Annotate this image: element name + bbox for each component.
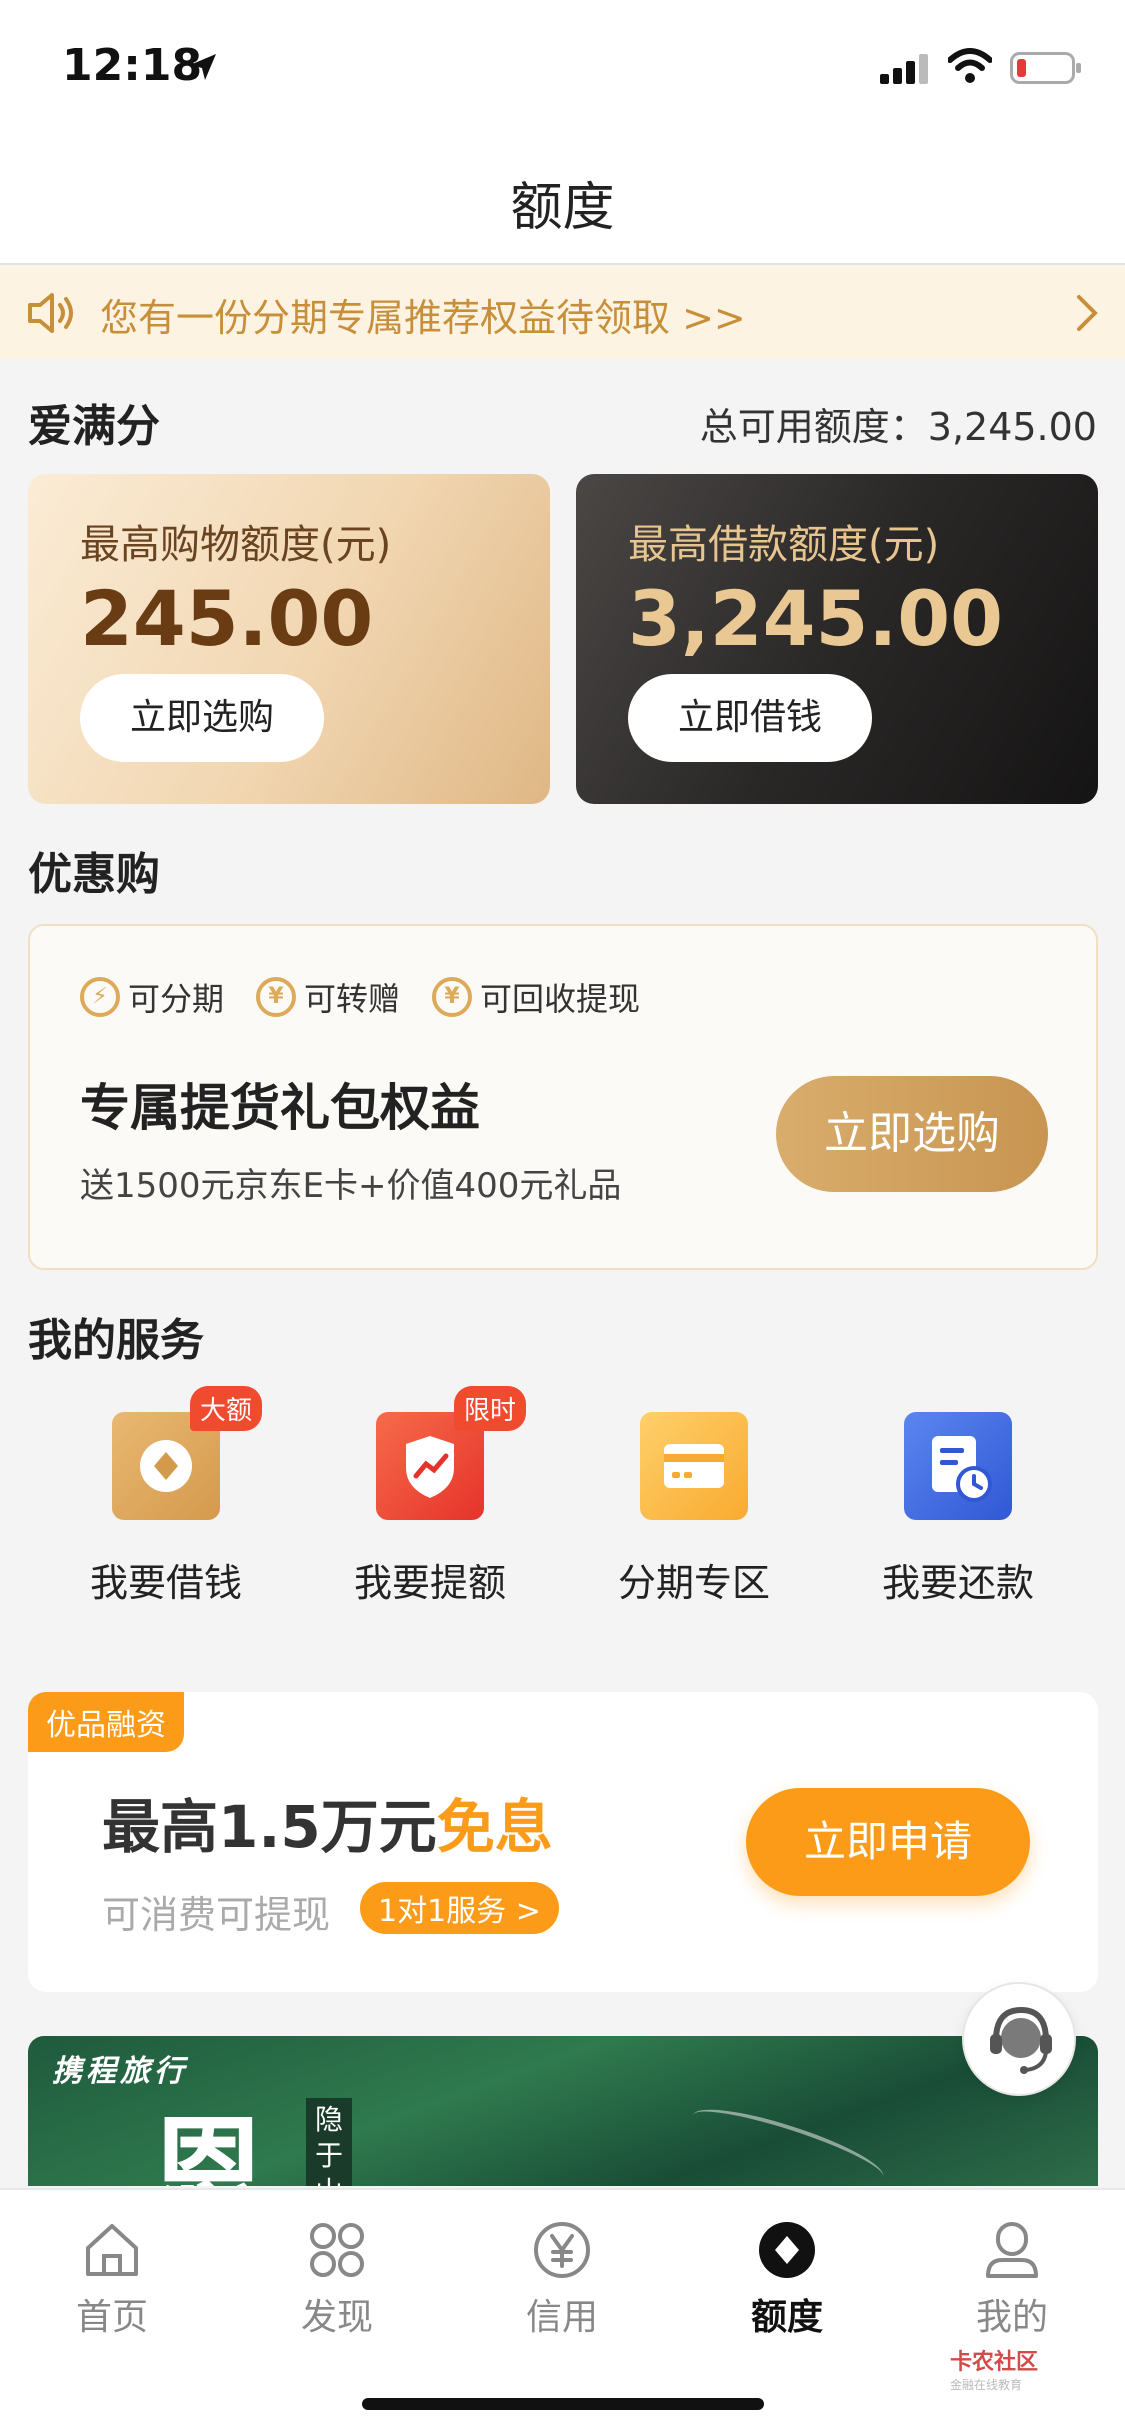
feature-label: 可转赠 — [304, 980, 401, 1018]
customer-service-button[interactable] — [962, 1982, 1076, 2096]
title-bar: 额度 — [0, 135, 1125, 265]
chevron-right-icon — [1077, 295, 1098, 331]
promo-card[interactable]: ⚡ 可分期 ¥ 可转赠 ¥ 可回收提现 专属提货礼包权益 送1500元京东E卡+… — [28, 924, 1098, 1270]
feature-label: 可分期 — [128, 980, 225, 1018]
notice-text: 您有一份分期专属推荐权益待领取 >> — [100, 296, 746, 340]
yen-circle-icon — [534, 2222, 590, 2278]
notice-banner[interactable]: 您有一份分期专属推荐权益待领取 >> — [0, 267, 1125, 359]
shield-trend-icon: 限时 — [376, 1386, 526, 1520]
finance-title-prefix: 最高1.5万元 — [102, 1793, 437, 1861]
tab-label: 我的 — [975, 2297, 1048, 2338]
tab-credit[interactable]: 信用 — [482, 2218, 642, 2340]
status-bar: 12:18 — [0, 0, 1125, 135]
service-label: 我要提额 — [353, 1561, 506, 1605]
wifi-icon — [948, 48, 992, 83]
finance-subtitle: 可消费可提现 — [102, 1893, 331, 1937]
tab-label: 发现 — [300, 2297, 373, 2338]
shopping-credit-amount: 245.00 — [80, 574, 374, 663]
credit-section-title: 爱满分 — [28, 401, 160, 452]
feature-recycle-withdraw: ¥ 可回收提现 — [432, 974, 640, 1020]
yen-coin-icon: ¥ — [256, 977, 296, 1017]
service-badge: 大额 — [189, 1386, 262, 1431]
person-icon — [986, 2222, 1038, 2278]
diamond-circle-icon — [759, 2222, 815, 2278]
finance-title: 最高1.5万元免息 — [102, 1780, 553, 1864]
loan-credit-card[interactable]: 最高借款额度(元) 3,245.00 立即借钱 — [576, 474, 1098, 804]
tab-discover[interactable]: 发现 — [257, 2218, 417, 2340]
promo-title: 专属提货礼包权益 — [80, 1079, 480, 1137]
feature-installment: ⚡ 可分期 — [80, 974, 224, 1020]
card-icon — [640, 1412, 748, 1520]
service-label: 我要借钱 — [89, 1561, 242, 1605]
promo-subtitle: 送1500元京东E卡+价值400元礼品 — [80, 1166, 622, 1206]
tab-home[interactable]: 首页 — [32, 2218, 192, 2340]
status-time: 12:18 — [62, 40, 203, 91]
bill-clock-icon — [904, 1412, 1012, 1520]
finance-tag: 优品融资 — [28, 1692, 184, 1752]
cellular-signal-icon — [880, 54, 928, 84]
service-installment-zone[interactable]: 分期专区 — [594, 1412, 794, 1607]
headset-icon — [990, 2006, 1052, 2074]
watermark-title: 卡农社区 — [950, 2350, 1039, 2375]
apply-now-button[interactable]: 立即申请 — [746, 1788, 1030, 1896]
loan-credit-amount: 3,245.00 — [628, 574, 1004, 663]
tab-label: 信用 — [525, 2297, 598, 2338]
location-arrow-icon — [190, 54, 216, 80]
tab-limit[interactable]: 额度 — [707, 2218, 867, 2340]
shopping-credit-label: 最高购物额度(元) — [80, 522, 392, 568]
service-badge: 限时 — [453, 1386, 526, 1431]
home-indicator[interactable] — [362, 2398, 764, 2410]
feature-label: 可回收提现 — [480, 980, 641, 1018]
promo-shop-now-button[interactable]: 立即选购 — [776, 1076, 1048, 1192]
service-repay[interactable]: 我要还款 — [858, 1412, 1058, 1607]
promo-section-title: 优惠购 — [28, 849, 160, 900]
loan-credit-label: 最高借款额度(元) — [628, 522, 940, 568]
total-credit: 总可用额度：3,245.00 — [699, 405, 1097, 449]
tab-label: 首页 — [75, 2297, 148, 2338]
banner-vertical-text: 隐于山岭 — [306, 2098, 352, 2186]
finance-title-highlight: 免息 — [436, 1793, 553, 1861]
watermark-subtitle: 金融在线教育 — [950, 2378, 1023, 2392]
services-section-title: 我的服务 — [28, 1315, 204, 1366]
grid-icon — [310, 2223, 364, 2277]
service-label: 我要还款 — [881, 1561, 1034, 1605]
service-raise-limit[interactable]: 限时 我要提额 — [330, 1386, 530, 1607]
service-label: 分期专区 — [617, 1561, 770, 1605]
travel-banner[interactable]: 携程旅行 恩 隐于山岭 — [28, 2036, 1098, 2186]
yen-coin-icon: ¥ — [432, 977, 472, 1017]
tab-mine[interactable]: 我的 — [932, 2218, 1092, 2340]
diamond-coin-icon: 大额 — [112, 1386, 262, 1520]
finance-card[interactable]: 优品融资 最高1.5万元免息 可消费可提现 1对1服务 > 立即申请 — [28, 1692, 1098, 1992]
shopping-credit-card[interactable]: 最高购物额度(元) 245.00 立即选购 — [28, 474, 550, 804]
page-title: 额度 — [510, 178, 615, 238]
tab-label: 额度 — [750, 2297, 823, 2338]
banner-road-decoration — [686, 2096, 890, 2186]
one-on-one-service-pill[interactable]: 1对1服务 > — [360, 1882, 559, 1934]
watermark-logo: 卡农社区 金融在线教育 — [950, 2344, 1038, 2393]
banner-character: 恩 — [148, 2103, 268, 2186]
lightning-coin-icon: ⚡ — [80, 977, 120, 1017]
speaker-icon — [28, 293, 73, 333]
battery-icon — [1010, 52, 1081, 84]
card-glyph — [664, 1444, 724, 1488]
feature-transfer: ¥ 可转赠 — [256, 974, 400, 1020]
bill-clock-glyph — [932, 1436, 992, 1502]
service-borrow[interactable]: 大额 我要借钱 — [66, 1386, 266, 1607]
shop-now-button[interactable]: 立即选购 — [80, 674, 324, 762]
home-icon — [86, 2224, 138, 2276]
borrow-now-button[interactable]: 立即借钱 — [628, 674, 872, 762]
